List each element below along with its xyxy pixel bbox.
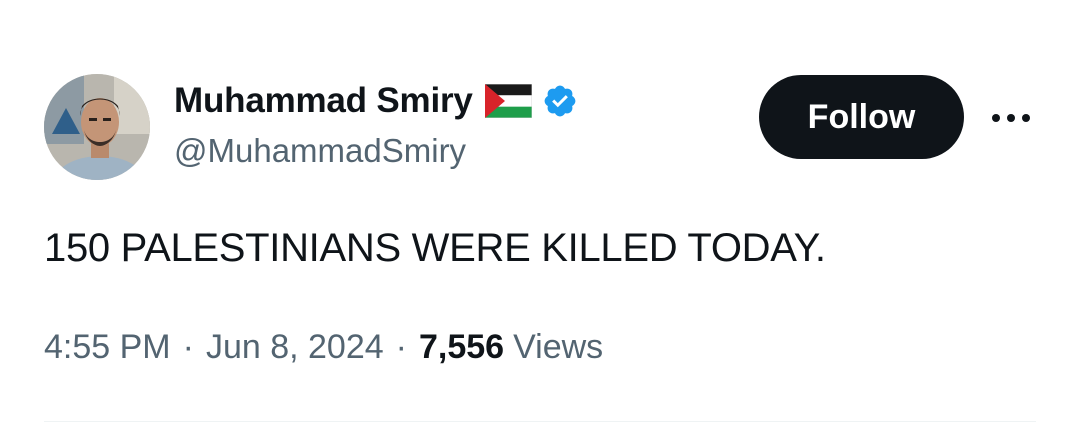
author-handle[interactable]: @MuhammadSmiry [174,132,466,170]
more-options-icon[interactable] [988,100,1034,136]
tweet-time[interactable]: 4:55 PM [44,328,171,367]
views-count: 7,556 [418,328,505,366]
meta-separator: · [182,328,194,366]
views-label: Views [513,328,604,366]
divider [44,421,1036,422]
tweet-card: Muhammad Smiry @MuhammadSmiry Follow 150… [0,0,1080,447]
tweet-text: 150 PALESTINIANS WERE KILLED TODAY. [44,226,826,270]
author-name-row: Muhammad Smiry [174,78,578,124]
follow-button[interactable]: Follow [759,75,964,159]
tweet-meta: 4:55 PM · Jun 8, 2024 · 7,556 Views [44,328,603,367]
verified-badge-icon [542,83,578,119]
palestine-flag-icon [484,84,532,118]
meta-separator: · [395,328,407,366]
tweet-date[interactable]: Jun 8, 2024 [206,328,384,367]
author-display-name[interactable]: Muhammad Smiry [174,81,473,121]
avatar[interactable] [44,74,150,180]
